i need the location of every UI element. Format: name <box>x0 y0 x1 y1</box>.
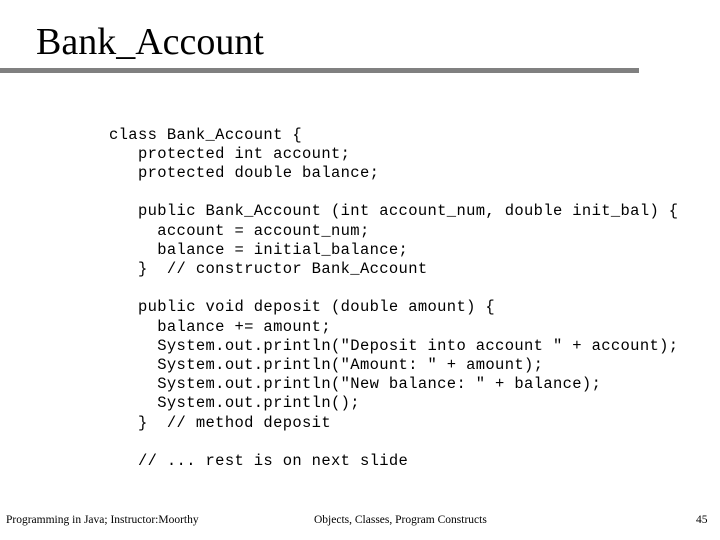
code-line: System.out.println("Amount: " + amount); <box>109 355 544 374</box>
code-line: account = account_num; <box>109 221 370 240</box>
code-line: public void deposit (double amount) { <box>109 298 496 317</box>
code-line: // ... rest is on next slide <box>109 451 409 470</box>
slide-canvas: Bank_Account class Bank_Account { protec… <box>0 0 720 540</box>
code-line: balance += amount; <box>109 317 331 336</box>
page-title: Bank_Account <box>36 21 264 63</box>
code-line: balance = initial_balance; <box>109 240 409 259</box>
footer-center-text: Objects, Classes, Program Constructs <box>314 514 487 526</box>
footer-left-text: Programming in Java; Instructor:Moorthy <box>6 514 199 526</box>
code-line: System.out.println(); <box>109 394 360 413</box>
code-line: class Bank_Account { <box>109 125 303 144</box>
code-line: System.out.println("Deposit into account… <box>109 336 679 355</box>
code-line: protected int account; <box>109 144 351 163</box>
code-line: protected double balance; <box>109 163 380 182</box>
code-line: } // method deposit <box>109 413 331 432</box>
footer-page-number: 45 <box>696 514 708 526</box>
code-listing: class Bank_Account { protected int accou… <box>109 126 678 472</box>
code-line: } // constructor Bank_Account <box>109 259 428 278</box>
code-line: System.out.println("New balance: " + bal… <box>109 375 602 394</box>
title-divider <box>0 68 639 73</box>
code-line: public Bank_Account (int account_num, do… <box>109 202 679 221</box>
